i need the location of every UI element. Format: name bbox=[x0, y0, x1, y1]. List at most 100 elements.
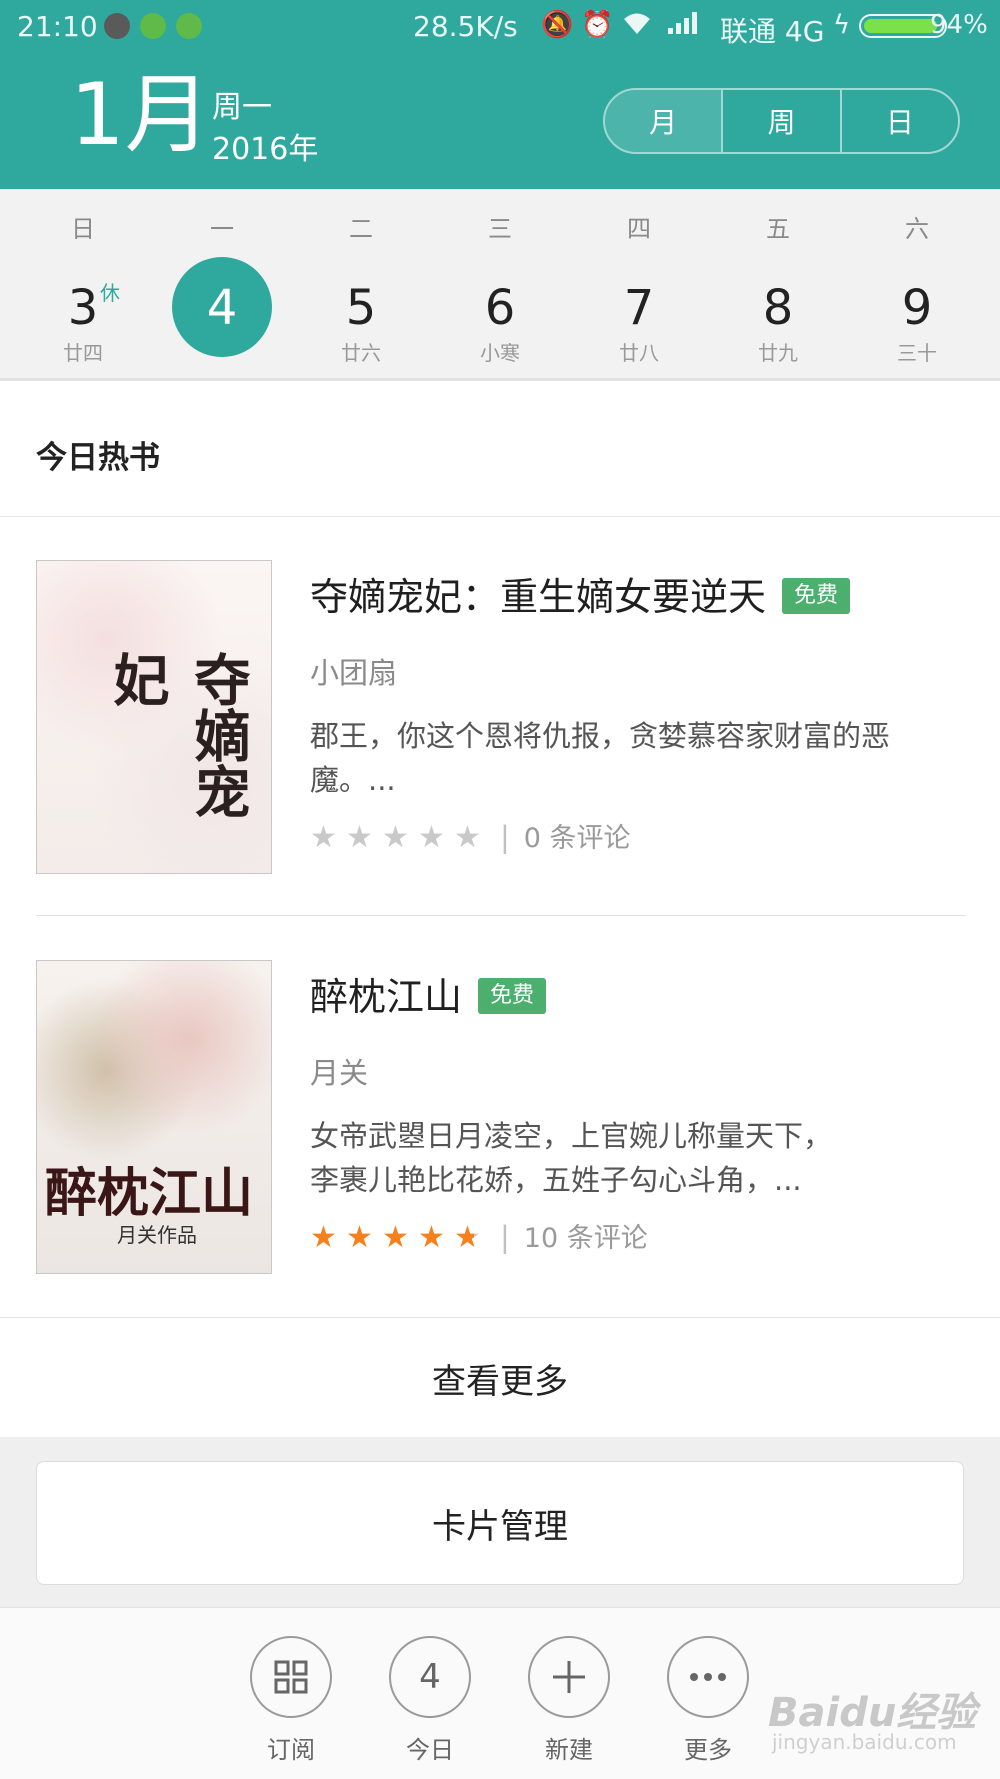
view-switch: 月 周 日 bbox=[603, 88, 960, 154]
status-bar: 21:10 28.5K/s 🔕 ⏰ 联通 4G ϟ 94% bbox=[0, 0, 1000, 52]
section-title: 今日热书 bbox=[36, 440, 160, 476]
card-manage-button[interactable]: 卡片管理 bbox=[36, 1461, 964, 1585]
lunar-date: 廿八 bbox=[619, 341, 659, 365]
battery-percent: 94% bbox=[930, 10, 988, 40]
rating-separator: | bbox=[500, 820, 510, 854]
book-description: 女帝武曌日月凌空，上官婉儿称量天下， 李裹儿艳比花娇，五姓子勾心斗角，... bbox=[310, 1114, 970, 1202]
nav-today[interactable]: 4 今日 bbox=[380, 1636, 480, 1765]
lunar-date: 三十 bbox=[897, 341, 937, 365]
more-icon bbox=[667, 1636, 749, 1718]
book-rating: ★ ★ ★ ★ ★ | 10 条评论 bbox=[310, 1216, 648, 1255]
day-cell[interactable]: 7 廿八 bbox=[584, 267, 694, 377]
current-month[interactable]: 1月 bbox=[70, 72, 211, 158]
status-time: 21:10 bbox=[17, 10, 98, 43]
book-description-line: 女帝武曌日月凌空，上官婉儿称量天下， bbox=[310, 1119, 833, 1153]
book-cover[interactable]: 醉枕江山 月关作品 bbox=[36, 960, 272, 1274]
signal-icon bbox=[666, 10, 704, 43]
nav-new[interactable]: 新建 bbox=[519, 1636, 619, 1765]
cover-title: 夺嫡宠妃 bbox=[104, 651, 251, 819]
lunar-date: 廿六 bbox=[341, 341, 381, 365]
book-title-text: 夺嫡宠妃：重生嫡女要逆天 bbox=[310, 575, 767, 619]
free-badge: 免费 bbox=[478, 977, 547, 1014]
nav-subscribe[interactable]: 订阅 bbox=[241, 1636, 341, 1765]
wifi-icon bbox=[622, 10, 652, 43]
weekday-label: 二 bbox=[349, 215, 373, 243]
watermark-url: jingyan.baidu.com bbox=[772, 1730, 957, 1754]
carrier-label: 联通 4G bbox=[720, 15, 825, 48]
book-author: 小团扇 bbox=[310, 656, 398, 690]
weekday-label: 四 bbox=[627, 215, 651, 243]
day-number: 6 bbox=[484, 280, 516, 336]
book-description: 郡王，你这个恩将仇报，贪婪慕容家财富的恶 魔。... bbox=[310, 714, 970, 802]
nav-label: 更多 bbox=[684, 1736, 732, 1764]
star-rating: ★ ★ ★ ★ ★ bbox=[310, 820, 490, 855]
network-speed: 28.5K/s bbox=[413, 10, 518, 43]
alarm-icon: ⏰ bbox=[581, 10, 614, 40]
book-rating: ★ ★ ★ ★ ★ | 0 条评论 bbox=[310, 816, 631, 855]
star-icon: ★ bbox=[310, 820, 337, 855]
day-cell[interactable]: 8 廿九 bbox=[723, 267, 833, 377]
day-cell-selected[interactable]: 4 bbox=[167, 257, 277, 377]
day-number: 3 bbox=[67, 280, 99, 336]
free-badge: 免费 bbox=[782, 577, 851, 614]
day-cell[interactable]: 5 廿六 bbox=[306, 267, 416, 377]
day-number: 4 bbox=[206, 280, 238, 336]
rating-separator: | bbox=[500, 1220, 510, 1254]
weekday-labels: 日 一 二 三 四 五 六 bbox=[0, 209, 1000, 249]
nav-label: 新建 bbox=[545, 1736, 593, 1764]
day-cell[interactable]: 9 三十 bbox=[862, 267, 972, 377]
day-cell[interactable]: 6 小寒 bbox=[445, 267, 555, 377]
plus-icon bbox=[528, 1636, 610, 1718]
divider bbox=[0, 378, 1000, 381]
day-number: 7 bbox=[623, 280, 655, 336]
star-icon: ★ bbox=[418, 820, 445, 855]
book-title[interactable]: 夺嫡宠妃：重生嫡女要逆天 免费 bbox=[310, 566, 851, 621]
tab-day-view[interactable]: 日 bbox=[839, 90, 958, 152]
charging-icon: ϟ bbox=[833, 10, 851, 40]
day-number: 8 bbox=[762, 280, 794, 336]
nav-label: 订阅 bbox=[267, 1736, 315, 1764]
calendar-header: 21:10 28.5K/s 🔕 ⏰ 联通 4G ϟ 94% 1月 周一 2016… bbox=[0, 0, 1000, 189]
star-icon: ★ bbox=[454, 820, 481, 855]
weekday-label: 六 bbox=[905, 215, 929, 243]
cover-subtitle: 月关作品 bbox=[117, 1223, 197, 1247]
weekday-label: 一 bbox=[210, 215, 234, 243]
hot-books-header: 今日热书 bbox=[0, 386, 1000, 517]
day-number: 5 bbox=[345, 280, 377, 336]
book-title[interactable]: 醉枕江山 免费 bbox=[310, 966, 547, 1021]
week-strip: 日 一 二 三 四 五 六 3 廿四 休 4 5 廿六 6 小寒 7 廿八 8 … bbox=[0, 189, 1000, 381]
star-icon: ★ bbox=[346, 820, 373, 855]
star-rating: ★ ★ ★ ★ ★ bbox=[310, 1220, 490, 1255]
tab-month-view[interactable]: 月 bbox=[605, 90, 722, 152]
comment-count[interactable]: 0 条评论 bbox=[524, 823, 631, 854]
book-author: 月关 bbox=[310, 1056, 369, 1090]
see-more-button[interactable]: 查看更多 bbox=[0, 1317, 1000, 1438]
star-icon: ★ bbox=[418, 1220, 445, 1255]
book-item[interactable]: 夺嫡宠妃 夺嫡宠妃：重生嫡女要逆天 免费 小团扇 郡王，你这个恩将仇报，贪婪慕容家… bbox=[0, 516, 1000, 916]
book-item[interactable]: 醉枕江山 月关作品 醉枕江山 免费 月关 女帝武曌日月凌空，上官婉儿称量天下， 李… bbox=[0, 916, 1000, 1316]
current-weekday: 周一 bbox=[212, 90, 272, 125]
nav-more[interactable]: 更多 bbox=[658, 1636, 758, 1765]
star-icon: ★ bbox=[382, 1220, 409, 1255]
star-icon: ★ bbox=[346, 1220, 373, 1255]
book-title-text: 醉枕江山 bbox=[310, 975, 463, 1019]
weekday-label: 三 bbox=[488, 215, 512, 243]
today-icon: 4 bbox=[389, 1636, 471, 1718]
app-notification-icon bbox=[176, 13, 202, 39]
holiday-tag: 休 bbox=[100, 281, 120, 305]
day-number: 9 bbox=[901, 280, 933, 336]
comment-count[interactable]: 10 条评论 bbox=[524, 1223, 648, 1254]
book-description-line: 郡王，你这个恩将仇报，贪婪慕容家财富的恶 bbox=[310, 719, 891, 753]
weekday-label: 五 bbox=[766, 215, 790, 243]
day-cell[interactable]: 3 廿四 休 bbox=[28, 267, 138, 377]
book-cover[interactable]: 夺嫡宠妃 bbox=[36, 560, 272, 874]
mute-icon: 🔕 bbox=[541, 10, 574, 40]
star-icon: ★ bbox=[454, 1220, 490, 1255]
app-notification-icon bbox=[104, 13, 130, 39]
tab-week-view[interactable]: 周 bbox=[721, 90, 839, 152]
lunar-date: 廿四 bbox=[63, 341, 103, 365]
cover-title: 醉枕江山 bbox=[45, 1163, 254, 1224]
weekday-label: 日 bbox=[71, 215, 95, 243]
lunar-date: 小寒 bbox=[480, 341, 520, 365]
star-icon: ★ bbox=[310, 1220, 337, 1255]
